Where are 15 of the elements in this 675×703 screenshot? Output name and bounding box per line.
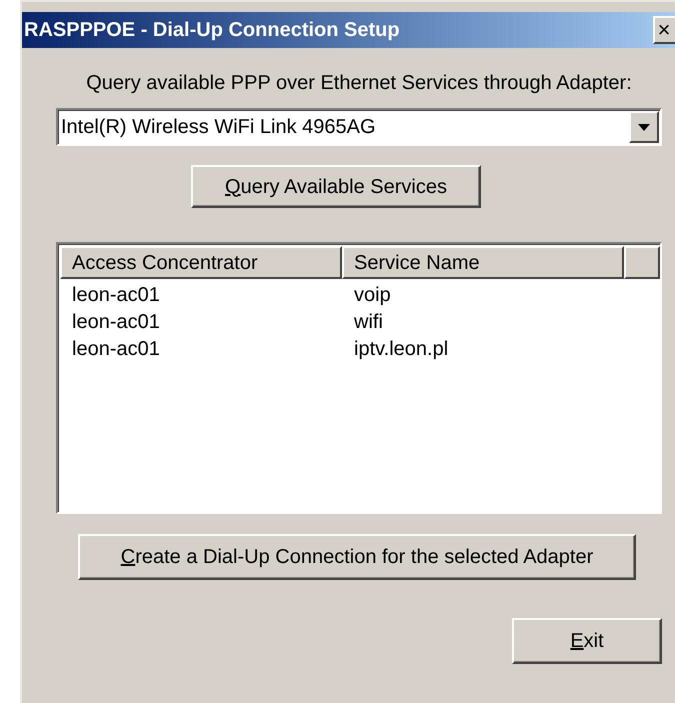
window-title: RASPPPOE - Dial-Up Connection Setup bbox=[24, 18, 401, 43]
table-cell-text: wifi bbox=[353, 312, 384, 332]
exit-button[interactable]: Exit bbox=[512, 618, 662, 664]
table-cell-text: leon-ac01 bbox=[71, 284, 161, 304]
query-services-button[interactable]: Query Available Services bbox=[191, 165, 481, 208]
column-header[interactable]: Service Name bbox=[342, 246, 624, 279]
create-connection-button[interactable]: Create a Dial-Up Connection for the selected Adapter bbox=[78, 534, 636, 580]
adapter-label: Query available PPP over Ethernet Services through Adapter: bbox=[85, 71, 633, 96]
table-cell-text: iptv.leon.pl bbox=[353, 338, 450, 358]
table-cell-text: leon-ac01 bbox=[71, 338, 161, 358]
table-cell-text: voip bbox=[353, 284, 392, 304]
adapter-dropdown[interactable]: Intel(R) Wireless WiFi Link 4965AG bbox=[56, 108, 662, 146]
close-button[interactable]: × bbox=[653, 16, 675, 44]
column-header[interactable]: Access Concentrator bbox=[60, 246, 342, 279]
table-cell-text: leon-ac01 bbox=[71, 312, 161, 332]
